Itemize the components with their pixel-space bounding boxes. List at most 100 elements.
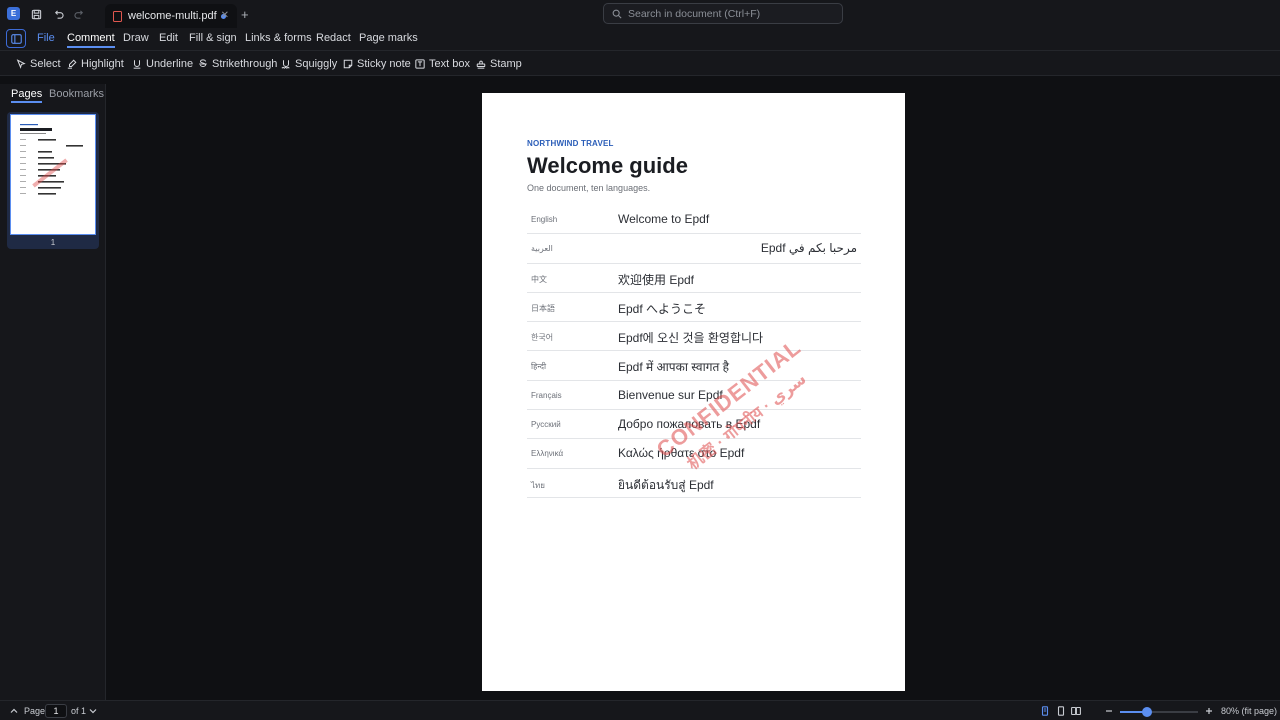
document-brand: NORTHWIND TRAVEL xyxy=(527,139,614,148)
language-name: English xyxy=(531,215,558,224)
highlight-tool-label: Highlight xyxy=(81,58,124,70)
sticky-note-tool-label: Sticky note xyxy=(357,58,411,70)
comment-toolbar: Select Highlight Underline Strikethrough… xyxy=(0,50,1280,76)
greeting-text: 欢迎使用 Epdf xyxy=(618,272,695,287)
chevron-down-icon[interactable] xyxy=(88,706,98,716)
stamp-tool-button[interactable]: Stamp xyxy=(476,56,522,72)
search-icon xyxy=(612,9,622,19)
strikethrough-icon xyxy=(199,59,207,67)
strikethrough-tool-label: Strikethrough xyxy=(212,58,278,70)
undo-icon[interactable] xyxy=(50,6,66,22)
language-name: Ελληνικά xyxy=(531,449,564,459)
chevron-up-icon[interactable] xyxy=(9,706,19,716)
status-bar: Page 1 of 1 80% (fit page) xyxy=(0,700,1280,720)
document-canvas[interactable]: NORTHWIND TRAVEL Welcome guide One docum… xyxy=(107,84,1280,700)
menu-links-forms[interactable]: Links & forms xyxy=(245,32,312,44)
greeting-text: Epdf में आपका स्वागत है xyxy=(618,360,730,375)
greeting-text: Καλώς ήρθατε στο Epdf xyxy=(618,446,745,461)
page-label: Page xyxy=(24,706,46,716)
sticky-note-tool-button[interactable]: Sticky note xyxy=(343,56,411,72)
save-icon[interactable] xyxy=(28,6,44,22)
table-row: Ελληνικά Καλώς ήρθατε στο Epdf xyxy=(527,439,861,469)
pdf-file-icon xyxy=(113,10,122,22)
table-row: 한국어 Epdf에 오신 것을 환영합니다 xyxy=(527,322,861,352)
greeting-text: Bienvenue sur Epdf xyxy=(618,387,723,402)
text-box-tool-label: Text box xyxy=(429,58,470,70)
language-name: Русский xyxy=(531,420,561,430)
language-name: ไทย xyxy=(531,480,545,490)
tab-pages[interactable]: Pages xyxy=(11,88,43,103)
menu-comment[interactable]: Comment xyxy=(67,32,115,48)
table-row: العربية مرحبا بكم في Epdf xyxy=(527,234,861,264)
close-tab-icon[interactable]: ✕ xyxy=(221,10,229,21)
page-sidebar: Pages Bookmarks 1 xyxy=(0,84,106,700)
single-page-view-icon[interactable] xyxy=(1040,706,1050,716)
menu-page-marks[interactable]: Page marks xyxy=(359,32,418,44)
pdf-page[interactable]: NORTHWIND TRAVEL Welcome guide One docum… xyxy=(482,93,905,691)
fit-page-view-icon[interactable] xyxy=(1056,706,1066,716)
page-thumbnail[interactable]: 1 xyxy=(7,112,99,249)
stamp-icon xyxy=(476,60,486,69)
greeting-text: Epdf へようこそ xyxy=(618,301,707,316)
zoom-level-text: 80% (fit page) xyxy=(1221,706,1278,716)
zoom-out-icon[interactable] xyxy=(1104,706,1114,716)
select-tool-button[interactable]: Select xyxy=(16,56,61,72)
text-box-tool-button[interactable]: Text box xyxy=(415,56,470,72)
menu-redact[interactable]: Redact xyxy=(316,32,351,44)
menu-file[interactable]: File xyxy=(37,32,55,44)
table-row: ไทย ยินดีต้อนรับสู่ Epdf xyxy=(527,469,861,498)
language-name: 中文 xyxy=(531,274,547,284)
search-input[interactable]: Search in document (Ctrl+F) xyxy=(603,3,843,24)
language-name: Français xyxy=(531,390,562,400)
greeting-text: Epdf에 오신 것을 환영합니다 xyxy=(618,331,764,346)
language-table: English Welcome to Epdf العربية مرحبا بكم … xyxy=(527,205,861,498)
underline-icon xyxy=(133,60,141,69)
zoom-slider-handle[interactable] xyxy=(1142,707,1153,717)
table-row: हिन्दी Epdf में आपका स्वागत है xyxy=(527,351,861,381)
document-subtitle: One document, ten languages. xyxy=(527,183,651,193)
app-logo-icon[interactable]: E xyxy=(7,7,20,20)
page-count: of 1 xyxy=(71,706,87,716)
sidebar-toggle-button[interactable] xyxy=(6,29,26,48)
highlighter-icon xyxy=(67,59,77,69)
table-row: Русский Добро пожаловать в Epdf xyxy=(527,410,861,440)
squiggly-tool-button[interactable]: Squiggly xyxy=(281,56,337,72)
two-page-view-icon[interactable] xyxy=(1071,706,1081,716)
zoom-in-icon[interactable] xyxy=(1204,706,1214,716)
language-name: हिन्दी xyxy=(531,362,547,372)
strikethrough-tool-button[interactable]: Strikethrough xyxy=(198,56,277,72)
language-name: 日本語 xyxy=(531,303,555,313)
menu-fill-sign[interactable]: Fill & sign xyxy=(189,32,237,44)
highlight-tool-button[interactable]: Highlight xyxy=(67,56,124,72)
squiggly-tool-label: Squiggly xyxy=(295,58,338,70)
menu-bar: File Comment Draw Edit Fill & sign Links… xyxy=(0,28,1280,50)
search-placeholder: Search in document (Ctrl+F) xyxy=(628,7,761,20)
thumbnail-preview xyxy=(10,114,96,235)
page-number-input[interactable]: 1 xyxy=(45,704,67,718)
redo-icon[interactable] xyxy=(71,6,87,22)
greeting-text: ยินดีต้อนรับสู่ Epdf xyxy=(618,477,714,492)
text-box-icon xyxy=(415,59,425,69)
sidebar-icon xyxy=(10,33,22,44)
thumbnail-page-number: 1 xyxy=(50,238,56,247)
tab-filename: welcome-multi.pdf xyxy=(128,10,217,22)
document-tab[interactable]: welcome-multi.pdf ✕ xyxy=(105,4,237,28)
sticky-note-icon xyxy=(343,59,353,69)
select-tool-label: Select xyxy=(30,58,61,70)
table-row: 日本語 Epdf へようこそ xyxy=(527,293,861,323)
menu-edit[interactable]: Edit xyxy=(159,32,178,44)
title-bar: E welcome-multi.pdf ✕ + Search in docume… xyxy=(0,0,1280,28)
underline-tool-button[interactable]: Underline xyxy=(132,56,193,72)
language-name: العربية xyxy=(531,244,553,254)
table-row: 中文 欢迎使用 Epdf xyxy=(527,264,861,293)
tab-bookmarks[interactable]: Bookmarks xyxy=(49,88,104,100)
underline-tool-label: Underline xyxy=(146,58,194,70)
greeting-text: Добро пожаловать в Epdf xyxy=(618,417,761,432)
new-tab-icon[interactable]: + xyxy=(241,7,249,22)
cursor-icon xyxy=(16,59,26,69)
menu-draw[interactable]: Draw xyxy=(123,32,149,44)
table-row: Français Bienvenue sur Epdf xyxy=(527,381,861,411)
thumbnail-drawing xyxy=(20,124,83,195)
zoom-slider[interactable] xyxy=(1120,707,1198,717)
document-title: Welcome guide xyxy=(527,153,688,178)
